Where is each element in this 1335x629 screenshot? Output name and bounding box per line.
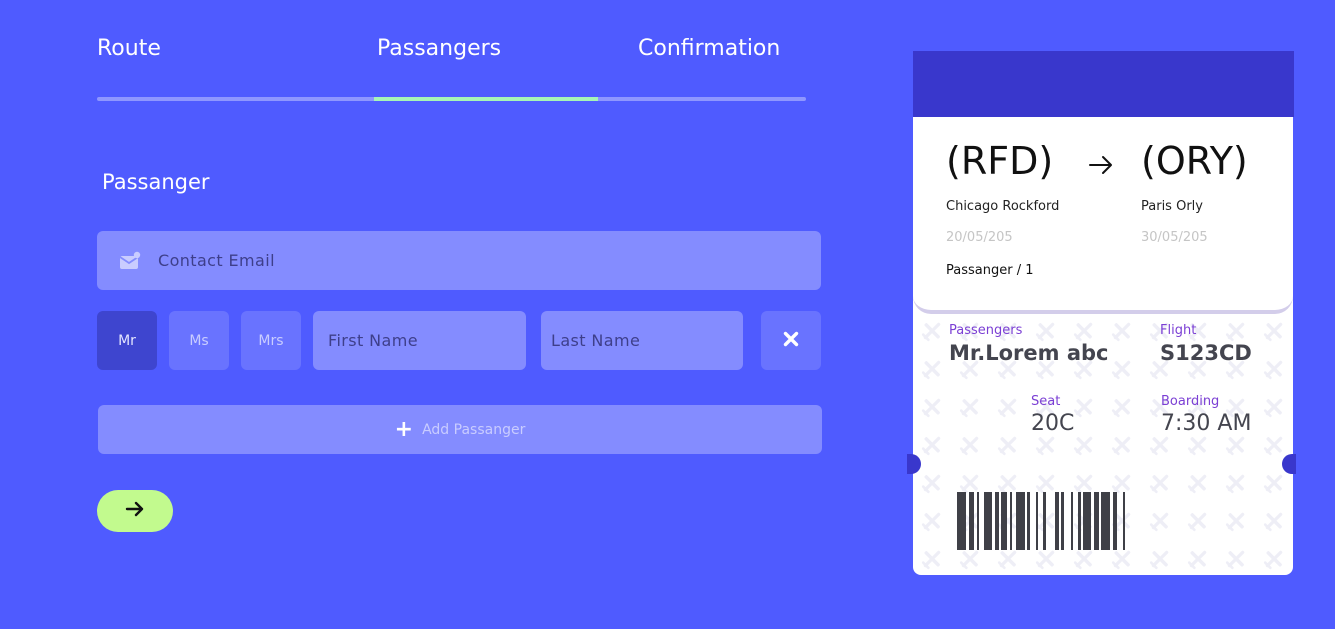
destination-code: (ORY) bbox=[1141, 139, 1248, 183]
seat-value: 20C bbox=[1031, 411, 1075, 436]
stepper: Route Passangers Confirmation bbox=[97, 36, 806, 102]
return-date: 30/05/205 bbox=[1141, 230, 1208, 245]
section-title: Passanger bbox=[102, 170, 210, 194]
email-placeholder: Contact Email bbox=[158, 251, 275, 270]
ticket-body: (RFD) (ORY) Chicago Rockford Paris Orly … bbox=[913, 117, 1293, 575]
contact-email-field[interactable]: Contact Email bbox=[97, 231, 821, 290]
passenger-name: Mr.Lorem abc bbox=[949, 341, 1109, 365]
barcode bbox=[957, 492, 1125, 550]
step-passengers[interactable]: Passangers bbox=[377, 36, 501, 61]
ticket-header bbox=[913, 51, 1294, 117]
title-ms-button[interactable]: Ms bbox=[169, 311, 229, 370]
remove-passenger-button[interactable] bbox=[761, 311, 821, 370]
next-button[interactable] bbox=[97, 490, 173, 532]
ticket-notch-right bbox=[1282, 454, 1296, 474]
origin-city: Chicago Rockford bbox=[946, 199, 1060, 214]
step-route[interactable]: Route bbox=[97, 36, 161, 61]
title-mrs-button[interactable]: Mrs bbox=[241, 311, 301, 370]
mail-icon bbox=[119, 251, 141, 271]
first-name-field[interactable]: First Name bbox=[313, 311, 526, 370]
step-active-indicator bbox=[374, 97, 598, 101]
flight-number: S123CD bbox=[1160, 341, 1252, 365]
boarding-pass: (RFD) (ORY) Chicago Rockford Paris Orly … bbox=[913, 51, 1294, 575]
seat-label: Seat bbox=[1031, 394, 1061, 409]
step-confirmation[interactable]: Confirmation bbox=[638, 36, 780, 61]
first-name-placeholder: First Name bbox=[328, 331, 418, 350]
route-card: (RFD) (ORY) Chicago Rockford Paris Orly … bbox=[913, 117, 1293, 314]
boarding-time: 7:30 AM bbox=[1161, 411, 1252, 436]
add-passenger-button[interactable]: + Add Passanger bbox=[98, 405, 822, 454]
plus-icon: + bbox=[394, 416, 414, 442]
destination-city: Paris Orly bbox=[1141, 199, 1203, 214]
arrow-right-icon bbox=[125, 500, 145, 522]
close-icon bbox=[783, 331, 799, 351]
boarding-label: Boarding bbox=[1161, 394, 1220, 409]
departure-date: 20/05/205 bbox=[946, 230, 1013, 245]
passenger-count: Passanger / 1 bbox=[946, 263, 1034, 278]
title-mr-button[interactable]: Mr bbox=[97, 311, 157, 370]
origin-code: (RFD) bbox=[946, 139, 1054, 183]
add-passenger-label: Add Passanger bbox=[422, 421, 526, 438]
arrow-right-icon bbox=[1088, 154, 1114, 180]
last-name-field[interactable]: Last Name bbox=[541, 311, 743, 370]
flight-label: Flight bbox=[1160, 323, 1197, 338]
passengers-label: Passengers bbox=[949, 323, 1023, 338]
last-name-placeholder: Last Name bbox=[551, 331, 641, 350]
